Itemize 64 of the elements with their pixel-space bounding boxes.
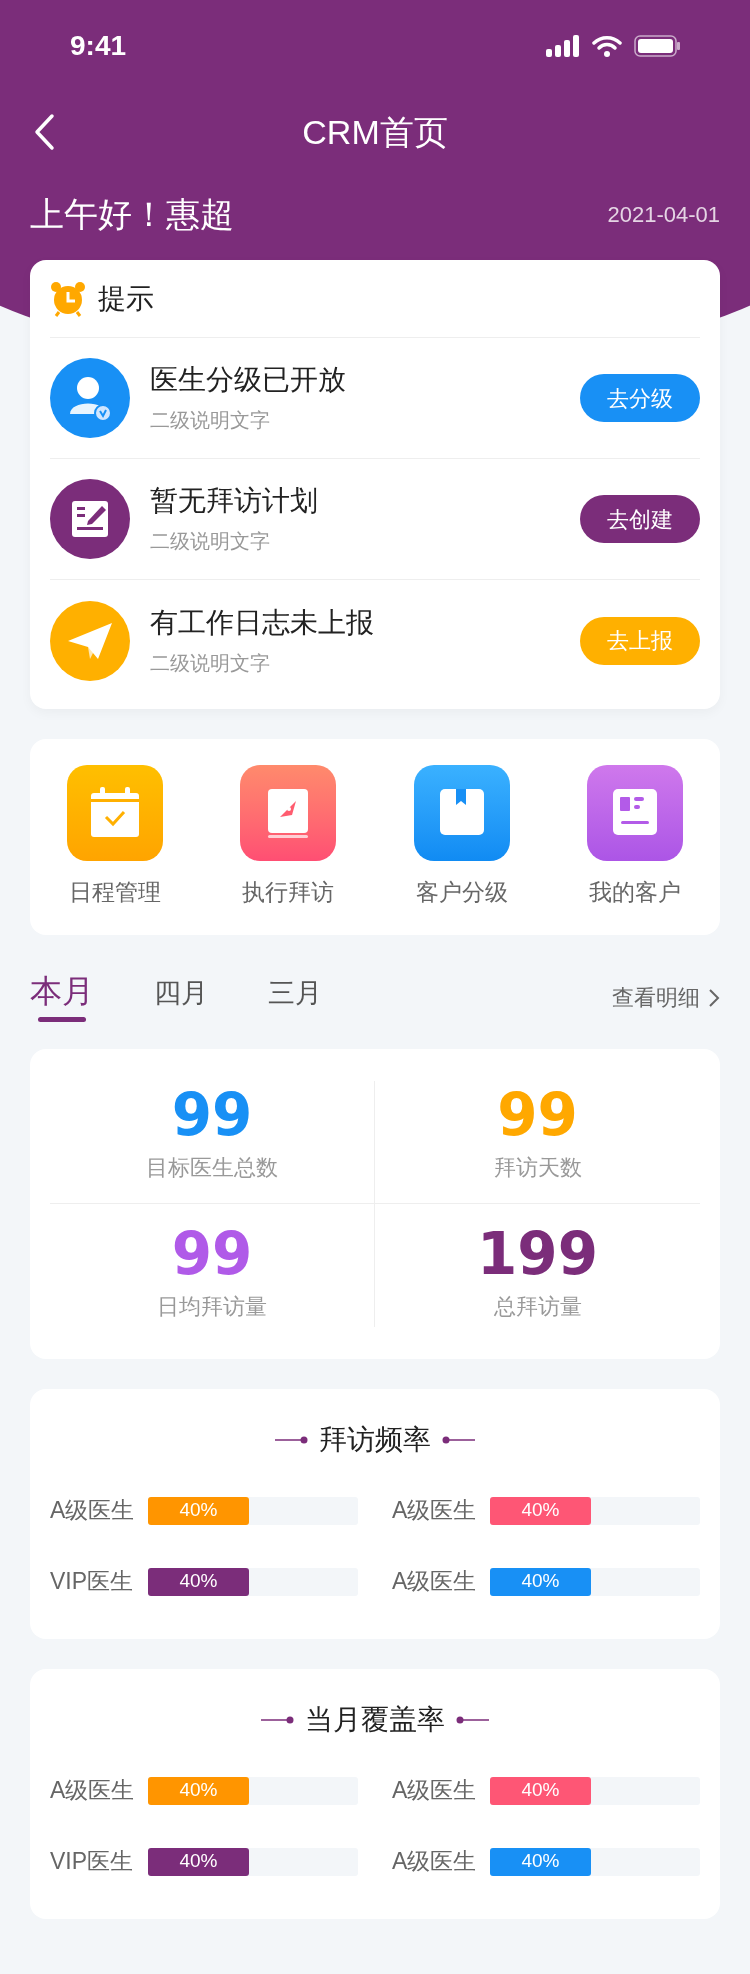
calendar-icon [67, 764, 163, 861]
bar-label: A级医生 [392, 1847, 478, 1877]
stat-value: 199 [476, 1224, 599, 1284]
bar-fill: 40% [490, 1496, 591, 1525]
bar-fill: 40% [148, 1567, 249, 1596]
bar-label: A级医生 [392, 1567, 478, 1597]
person-icon [50, 358, 130, 438]
bar-fill: 40% [490, 1776, 591, 1805]
tip-subtitle: 二级说明文字 [150, 529, 271, 554]
view-details-link[interactable]: 查看明细 [612, 981, 720, 1014]
period-tab[interactable]: 三月 [268, 971, 322, 1024]
shortcut-item[interactable]: 执行拜访 [233, 764, 344, 910]
wifi-icon [592, 35, 622, 57]
bar-fill: 40% [490, 1847, 591, 1876]
period-tab[interactable]: 本月 [30, 971, 94, 1022]
tip-subtitle: 二级说明文字 [150, 650, 271, 676]
status-time: 9:41 [70, 29, 127, 63]
back-icon [33, 113, 55, 151]
bar-fill: 40% [148, 1496, 249, 1525]
title-ornament [441, 1436, 475, 1444]
bar-fill: 40% [148, 1847, 249, 1876]
shortcut-item[interactable]: 我的客户 [580, 764, 690, 910]
bar-label: A级医生 [392, 1776, 478, 1806]
title-ornament [261, 1716, 295, 1724]
tips-title: 提示 [98, 281, 154, 316]
profile-card-icon [587, 764, 683, 861]
shortcut-item[interactable]: 日程管理 [60, 764, 170, 910]
bar-label: VIP医生 [50, 1567, 135, 1597]
date-text: 2021-04-01 [607, 200, 720, 229]
section-title: 拜访频率 [319, 1423, 431, 1457]
note-edit-icon [50, 479, 130, 559]
stat-value: 99 [171, 1084, 253, 1145]
title-ornament [455, 1716, 489, 1724]
alarm-clock-icon [50, 280, 86, 317]
tip-title: 暂无拜访计划 [150, 484, 319, 518]
greeting-text: 上午好！惠超 [30, 193, 234, 235]
title-ornament [275, 1436, 309, 1444]
paper-plane-icon [50, 600, 130, 681]
shortcut-item[interactable]: 客户分级 [406, 764, 517, 910]
stat-label: 目标医生总数 [146, 1153, 278, 1182]
battery-icon [634, 35, 680, 57]
bar-label: A级医生 [50, 1496, 136, 1526]
period-tab[interactable]: 四月 [154, 971, 208, 1024]
bookmark-book-icon [413, 764, 510, 861]
stat-label: 总拜访量 [493, 1293, 582, 1321]
chevron-icon [708, 986, 720, 1009]
tip-title: 有工作日志未上报 [150, 605, 375, 640]
action-button[interactable]: 去创建 [580, 495, 700, 543]
signal-icon [546, 35, 580, 57]
bar-label: A级医生 [392, 1496, 478, 1526]
stat-value: 99 [171, 1224, 253, 1284]
stat-label: 日均拜访量 [157, 1293, 267, 1321]
tip-subtitle: 二级说明文字 [150, 408, 271, 433]
tip-title: 医生分级已开放 [150, 363, 347, 397]
bar-label: VIP医生 [50, 1847, 135, 1877]
bar-fill: 40% [490, 1567, 591, 1596]
page-title: CRM首页 [302, 111, 448, 153]
stat-label: 拜访天数 [493, 1153, 582, 1182]
bar-fill: 40% [148, 1776, 249, 1805]
bar-label: A级医生 [50, 1776, 136, 1806]
compass-book-icon [240, 764, 337, 861]
action-button[interactable]: 去分级 [580, 374, 700, 422]
section-title: 当月覆盖率 [305, 1703, 445, 1737]
stat-value: 99 [497, 1084, 578, 1145]
